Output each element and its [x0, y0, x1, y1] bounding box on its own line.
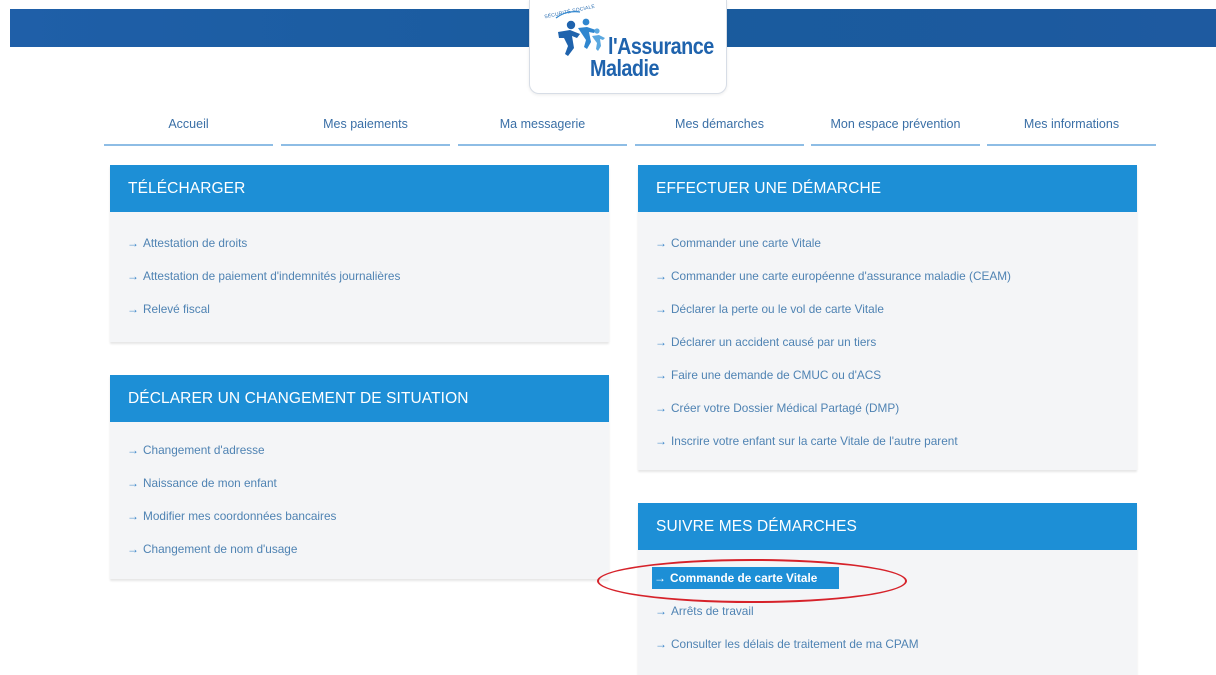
link-arrets-travail[interactable]: → Arrêts de travail — [652, 600, 919, 622]
link-list-suivre-demarches: → Commande de carte Vitale → Arrêts de tra… — [652, 567, 919, 666]
link-list-changement-situation: → Changement d'adresse → Naissance de mon … — [127, 439, 336, 571]
right-arrow-icon: → — [655, 401, 667, 415]
link-changement-nom-usage[interactable]: → Changement de nom d'usage — [127, 538, 336, 560]
panel-suivre-demarches: SUIVRE MES DÉMARCHES → Commande de carte … — [638, 503, 1137, 675]
panel-telecharger: TÉLÉCHARGER → Attestation de droits → Atte… — [110, 165, 609, 342]
link-list-effectuer-demarche: → Commander une carte Vitale → Commander u… — [655, 232, 1011, 463]
panel-effectuer-demarche: EFFECTUER UNE DÉMARCHE → Commander une ca… — [638, 165, 1137, 470]
right-arrow-icon: → — [127, 269, 139, 283]
nav-item-mes-informations[interactable]: Mes informations — [987, 110, 1156, 146]
panel-title-changement-situation: DÉCLARER UN CHANGEMENT DE SITUATION — [110, 375, 609, 422]
right-arrow-icon: → — [127, 476, 139, 490]
link-attestation-paiement-ij[interactable]: → Attestation de paiement d'indemnités jo… — [127, 265, 400, 287]
right-arrow-icon: → — [127, 302, 139, 316]
link-perte-vol-carte-vitale[interactable]: → Déclarer la perte ou le vol de carte Vi… — [655, 298, 1011, 320]
link-commander-ceam[interactable]: → Commander une carte européenne d'assura… — [655, 265, 1011, 287]
right-arrow-icon: → — [127, 509, 139, 523]
right-arrow-icon: → — [127, 542, 139, 556]
nav-item-accueil[interactable]: Accueil — [104, 110, 273, 146]
link-releve-fiscal[interactable]: → Relevé fiscal — [127, 298, 400, 320]
link-coordonnees-bancaires[interactable]: → Modifier mes coordonnées bancaires — [127, 505, 336, 527]
panel-title-effectuer-demarche: EFFECTUER UNE DÉMARCHE — [638, 165, 1137, 212]
nav-item-ma-messagerie[interactable]: Ma messagerie — [458, 110, 627, 146]
link-commander-carte-vitale[interactable]: → Commander une carte Vitale — [655, 232, 1011, 254]
link-commande-carte-vitale-selected[interactable]: → Commande de carte Vitale — [652, 567, 840, 589]
right-arrow-icon: → — [655, 269, 667, 283]
link-demande-cmuc-acs[interactable]: → Faire une demande de CMUC ou d'ACS — [655, 364, 1011, 386]
link-changement-adresse[interactable]: → Changement d'adresse — [127, 439, 336, 461]
main-nav: Accueil Mes paiements Ma messagerie Mes … — [104, 110, 1156, 146]
logo-text-line2: Maladie — [590, 55, 659, 81]
right-arrow-icon: → — [654, 571, 666, 585]
link-delais-traitement-cpam[interactable]: → Consulter les délais de traitement de m… — [652, 633, 919, 655]
right-arrow-icon: → — [127, 443, 139, 457]
nav-item-mon-espace-prevention[interactable]: Mon espace prévention — [811, 110, 980, 146]
nav-item-mes-demarches[interactable]: Mes démarches — [635, 110, 804, 146]
link-list-telecharger: → Attestation de droits → Attestation de p… — [127, 232, 400, 331]
link-creer-dmp[interactable]: → Créer votre Dossier Médical Partagé (DM… — [655, 397, 1011, 419]
right-arrow-icon: → — [655, 335, 667, 349]
right-arrow-icon: → — [655, 637, 667, 651]
link-naissance-enfant[interactable]: → Naissance de mon enfant — [127, 472, 336, 494]
right-arrow-icon: → — [127, 236, 139, 250]
nav-item-mes-paiements[interactable]: Mes paiements — [281, 110, 450, 146]
panel-title-telecharger: TÉLÉCHARGER — [110, 165, 609, 212]
right-arrow-icon: → — [655, 368, 667, 382]
right-arrow-icon: → — [655, 236, 667, 250]
right-arrow-icon: → — [655, 604, 667, 618]
link-inscrire-enfant-carte-vitale[interactable]: → Inscrire votre enfant sur la carte Vita… — [655, 430, 1011, 452]
right-arrow-icon: → — [655, 302, 667, 316]
link-accident-tiers[interactable]: → Déclarer un accident causé par un tiers — [655, 331, 1011, 353]
panel-changement-situation: DÉCLARER UN CHANGEMENT DE SITUATION → Cha… — [110, 375, 609, 579]
right-arrow-icon: → — [655, 434, 667, 448]
site-logo[interactable]: SÉCURITÉ SOCIALE l'Assurance Maladie — [529, 0, 727, 94]
link-attestation-droits[interactable]: → Attestation de droits — [127, 232, 400, 254]
panel-title-suivre-demarches: SUIVRE MES DÉMARCHES — [638, 503, 1137, 550]
